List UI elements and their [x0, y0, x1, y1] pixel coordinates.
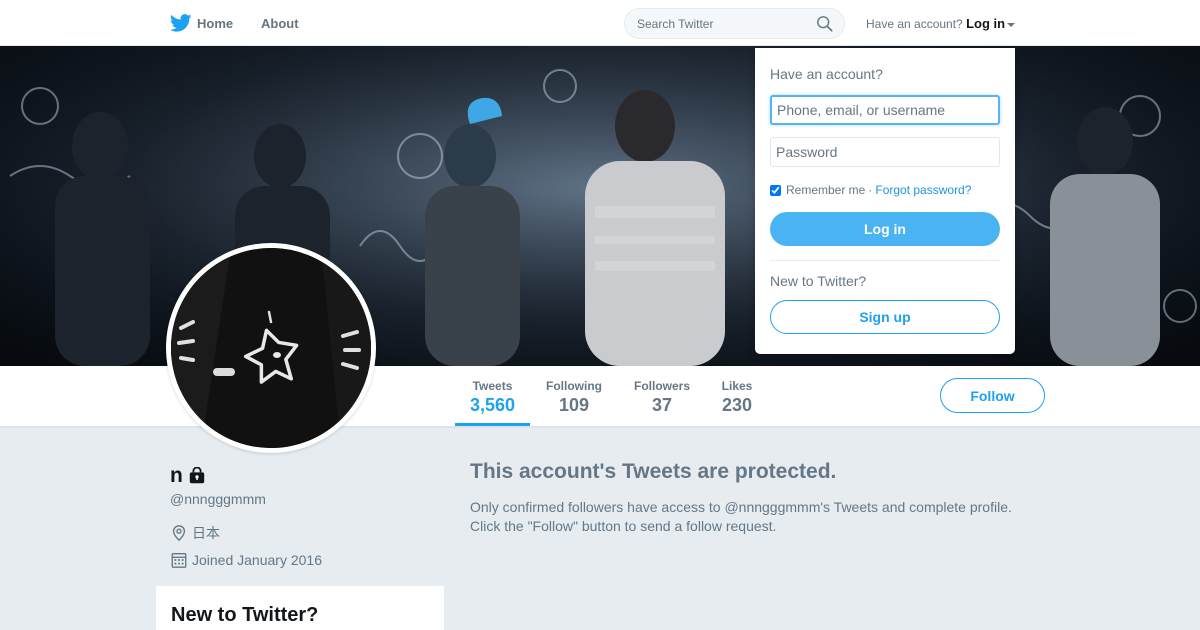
username-input[interactable] [770, 95, 1000, 125]
stat-label: Likes [721, 379, 753, 393]
signup-module-heading: New to Twitter? [171, 604, 319, 626]
join-date-text: Joined January 2016 [192, 552, 322, 568]
have-account-label: Have an account? [866, 17, 963, 31]
login-dropdown: Have an account? Remember me · Forgot pa… [755, 48, 1015, 354]
profile-name: n [170, 464, 206, 488]
signup-module: New to Twitter? [156, 586, 444, 630]
protected-message-line: Click the "Follow" button to send a foll… [470, 518, 777, 534]
stat-value: 109 [558, 395, 590, 415]
search-icon[interactable] [816, 15, 834, 33]
protected-message-line: Only confirmed followers have access to … [470, 499, 1012, 515]
password-input[interactable] [770, 137, 1000, 167]
stat-value: 37 [651, 395, 673, 415]
forgot-password-link[interactable]: Forgot password? [875, 183, 971, 197]
separator-dot: · [868, 183, 873, 197]
stat-followers[interactable]: Followers 37 [629, 366, 695, 426]
login-dropdown-toggle[interactable]: Have an account? Log in [866, 16, 1016, 31]
protected-title: This account's Tweets are protected. [470, 460, 837, 483]
remember-me-row: Remember me · Forgot password? [770, 183, 971, 197]
caret-down-icon [1007, 22, 1016, 27]
avatar[interactable] [166, 243, 376, 453]
profile-location: 日本 [170, 523, 220, 543]
calendar-icon [171, 553, 187, 568]
follow-button[interactable]: Follow [940, 378, 1045, 413]
profile-join-date: Joined January 2016 [170, 551, 322, 569]
stat-likes[interactable]: Likes 230 [715, 366, 759, 426]
stat-value: 230 [721, 395, 753, 415]
remember-me-checkbox[interactable] [770, 184, 781, 196]
location-text: 日本 [192, 525, 220, 541]
nav-home-label: Home [197, 15, 234, 31]
signup-button[interactable]: Sign up [770, 300, 1000, 334]
login-button[interactable]: Log in [770, 212, 1000, 246]
search-input[interactable] [625, 9, 805, 38]
profile-name-text: n [170, 464, 183, 487]
remember-me-label[interactable]: Remember me [786, 183, 865, 197]
search-box [624, 8, 845, 39]
location-pin-icon [172, 525, 186, 542]
nav-home-link[interactable]: Home [170, 12, 233, 34]
top-navigation: Home About Have an account? Log in [0, 0, 1200, 46]
stat-label: Following [546, 379, 602, 393]
twitter-bird-icon [170, 14, 192, 32]
new-to-twitter-label: New to Twitter? [770, 273, 867, 289]
stat-label: Tweets [472, 379, 513, 393]
stat-value: 3,560 [469, 395, 516, 415]
stat-following[interactable]: Following 109 [540, 366, 608, 426]
protected-message: Only confirmed followers have access to … [470, 498, 1030, 536]
login-dropdown-heading: Have an account? [770, 66, 883, 82]
login-toggle-label: Log in [966, 16, 1006, 31]
lock-icon [189, 467, 205, 484]
nav-about-link[interactable]: About [261, 16, 299, 31]
divider [770, 260, 1000, 261]
stat-tweets[interactable]: Tweets 3,560 [455, 366, 530, 426]
profile-screen-name[interactable]: @nnngggmmm [170, 491, 266, 507]
stat-label: Followers [633, 379, 690, 393]
